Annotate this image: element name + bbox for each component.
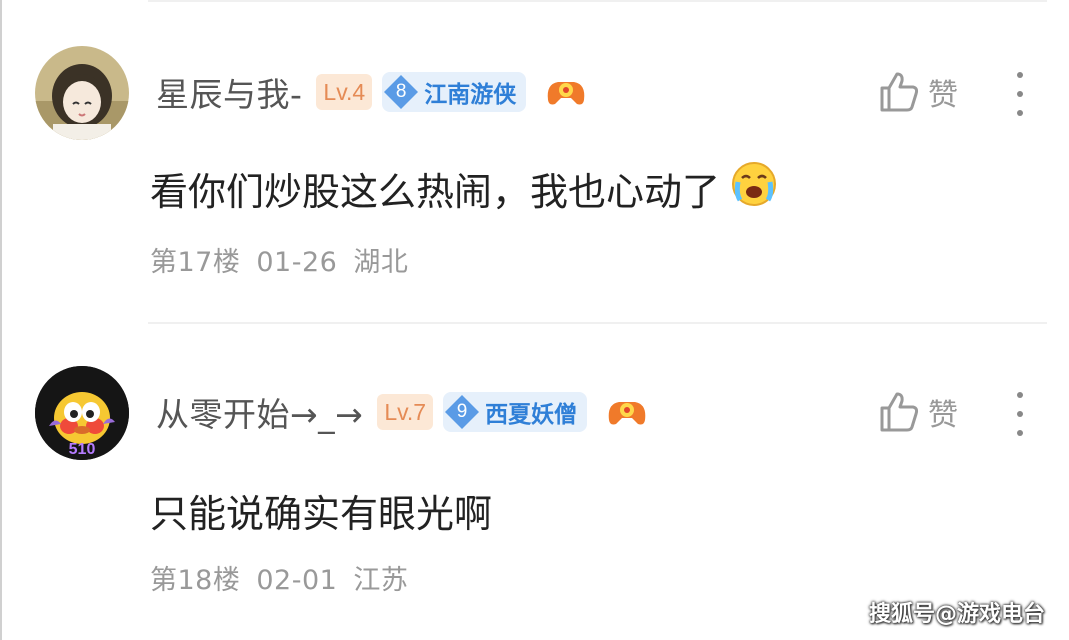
divider-top bbox=[148, 0, 1047, 2]
svg-text:510: 510 bbox=[69, 441, 96, 458]
comment-header: 从零开始→_→ Lv.7 9 西夏妖僧 bbox=[156, 390, 649, 434]
username[interactable]: 从零开始→_→ bbox=[156, 388, 363, 436]
comment-location: 湖北 bbox=[353, 247, 409, 278]
like-label: 赞 bbox=[928, 398, 958, 433]
comment-meta: 第17楼 01-26 湖北 bbox=[150, 240, 408, 279]
like-label: 赞 bbox=[928, 78, 958, 113]
like-button[interactable]: 赞 bbox=[878, 390, 958, 434]
comment-text: 只能说确实有眼光啊 bbox=[150, 482, 492, 538]
watermark: 搜狐号@游戏电台 bbox=[868, 602, 1045, 627]
title-rank-number: 9 bbox=[456, 401, 468, 422]
comment-text-content: 看你们炒股这么热闹，我也心动了 bbox=[150, 169, 721, 214]
title-rank-badge: 9 bbox=[443, 393, 481, 431]
gamepad-icon bbox=[544, 74, 588, 110]
floor-number: 第17楼 bbox=[150, 247, 241, 278]
title-badge: 8 江南游侠 bbox=[382, 72, 527, 112]
comment-location: 江苏 bbox=[353, 565, 409, 596]
title-badge: 9 西夏妖僧 bbox=[443, 392, 588, 432]
gamepad-icon bbox=[605, 394, 649, 430]
like-button[interactable]: 赞 bbox=[878, 70, 958, 114]
floor-number: 第18楼 bbox=[150, 565, 241, 596]
comment-date: 02-01 bbox=[256, 565, 338, 596]
title-name: 江南游侠 bbox=[424, 82, 517, 108]
thumbs-up-icon bbox=[880, 72, 919, 112]
avatar[interactable]: 510 bbox=[35, 366, 129, 460]
title-rank-badge: 8 bbox=[382, 73, 420, 111]
thumbs-up-icon bbox=[880, 392, 919, 432]
title-rank-number: 8 bbox=[395, 81, 407, 102]
username[interactable]: 星辰与我- bbox=[156, 68, 302, 116]
level-badge: Lv.4 bbox=[316, 74, 373, 110]
divider bbox=[148, 322, 1047, 324]
crying-face-emoji-icon bbox=[730, 160, 778, 217]
comment-date: 01-26 bbox=[256, 247, 338, 278]
comment-text-content: 只能说确实有眼光啊 bbox=[150, 491, 493, 536]
comment-text: 看你们炒股这么热闹，我也心动了 bbox=[150, 160, 778, 216]
title-name: 西夏妖僧 bbox=[485, 402, 578, 428]
comment-meta: 第18楼 02-01 江苏 bbox=[150, 558, 408, 597]
comment-header: 星辰与我- Lv.4 8 江南游侠 bbox=[156, 70, 588, 114]
avatar[interactable] bbox=[35, 46, 129, 140]
more-options-icon[interactable] bbox=[1010, 392, 1030, 436]
left-edge-line bbox=[0, 0, 2, 640]
level-badge: Lv.7 bbox=[377, 394, 434, 430]
more-options-icon[interactable] bbox=[1010, 72, 1030, 116]
